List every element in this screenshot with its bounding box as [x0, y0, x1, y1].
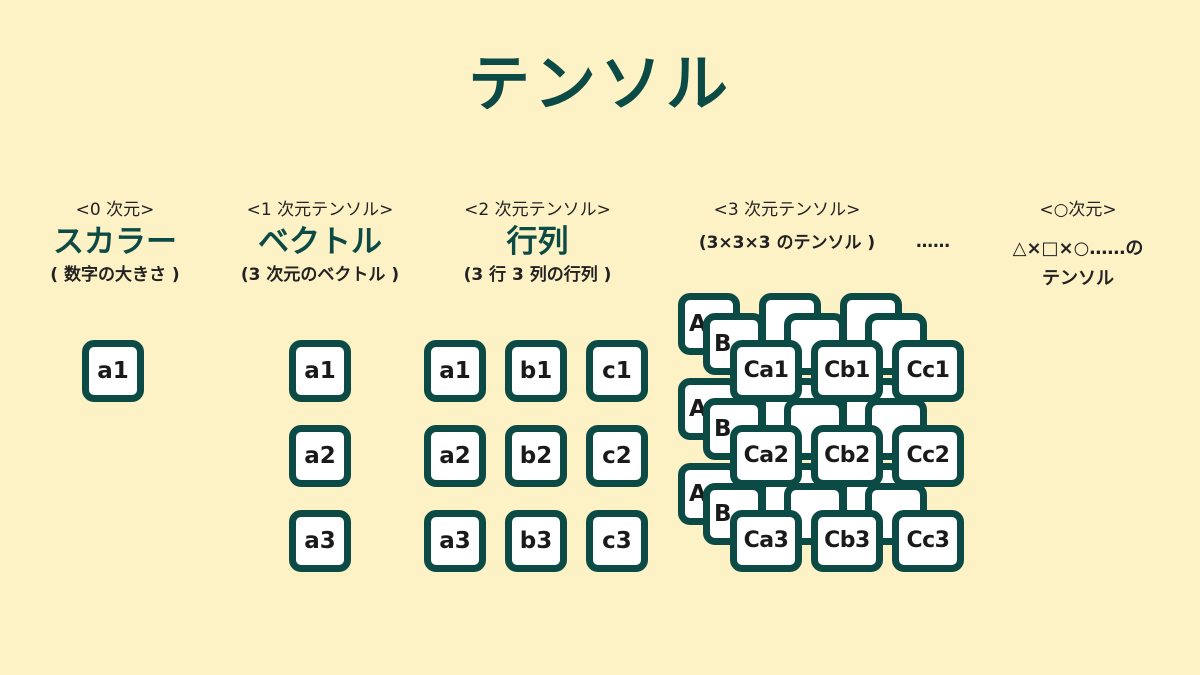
tensor-front-cell: Cb1 [811, 340, 883, 402]
matrix-cell: c3 [586, 510, 648, 572]
matrix-header: <2 次元テンソル> 行列 (3 行 3 列の行列 ) [430, 198, 645, 288]
matrix-tag: <2 次元テンソル> [464, 200, 611, 220]
matrix-cell: a2 [424, 425, 486, 487]
matrix-cell: c1 [586, 340, 648, 402]
vector-cell: a3 [289, 510, 351, 572]
matrix-subtitle: (3 行 3 列の行列 ) [463, 265, 612, 285]
matrix-cell: c2 [586, 425, 648, 487]
tensor-front-cell: Ca2 [730, 425, 802, 487]
matrix-cell: a3 [424, 510, 486, 572]
scalar-tag: <0 次元> [75, 200, 155, 220]
vector-cell: a1 [289, 340, 351, 402]
tensor-front-cell: Cb3 [811, 510, 883, 572]
vector-subtitle: (3 次元のベクトル ) [240, 265, 400, 285]
tensor-front-cell: Cc3 [892, 510, 964, 572]
vector-header: <1 次元テンソル> ベクトル (3 次元のベクトル ) [210, 198, 430, 288]
vector-name: ベクトル [258, 224, 382, 260]
tensor-front-cell: Cc1 [892, 340, 964, 402]
matrix-cell: b3 [505, 510, 567, 572]
ndim-header: <○次元> [978, 198, 1178, 222]
scalar-header: <0 次元> スカラー ( 数字の大きさ ) [15, 198, 215, 288]
matrix-cell: a1 [424, 340, 486, 402]
scalar-cell: a1 [82, 340, 144, 402]
tensor-front-cell: Cb2 [811, 425, 883, 487]
vector-cell: a2 [289, 425, 351, 487]
ndim-tag: <○次元> [1039, 200, 1117, 220]
scalar-subtitle: ( 数字の大きさ ) [50, 265, 180, 285]
ndim-description-line2: テンソル [1042, 268, 1114, 289]
ndim-description-line1: △×□×○……の [1012, 238, 1144, 259]
matrix-cell: b2 [505, 425, 567, 487]
ndim-description: △×□×○……の テンソル [978, 234, 1178, 294]
tensor-front-cell: Ca3 [730, 510, 802, 572]
continuation-dots: …… [916, 232, 950, 252]
tensor-tag: <3 次元テンソル> [713, 200, 861, 220]
tensor-front-cell: Cc2 [892, 425, 964, 487]
page-title: テンソル [467, 47, 732, 120]
matrix-name: 行列 [506, 224, 569, 260]
matrix-cell: b1 [505, 340, 567, 402]
tensor-front-cell: Ca1 [730, 340, 802, 402]
vector-tag: <1 次元テンソル> [246, 200, 394, 220]
tensor-header: <3 次元テンソル> (3×3×3 のテンソル ) [672, 198, 902, 256]
tensor-subtitle: (3×3×3 のテンソル ) [698, 233, 876, 253]
scalar-name: スカラー [53, 224, 177, 260]
